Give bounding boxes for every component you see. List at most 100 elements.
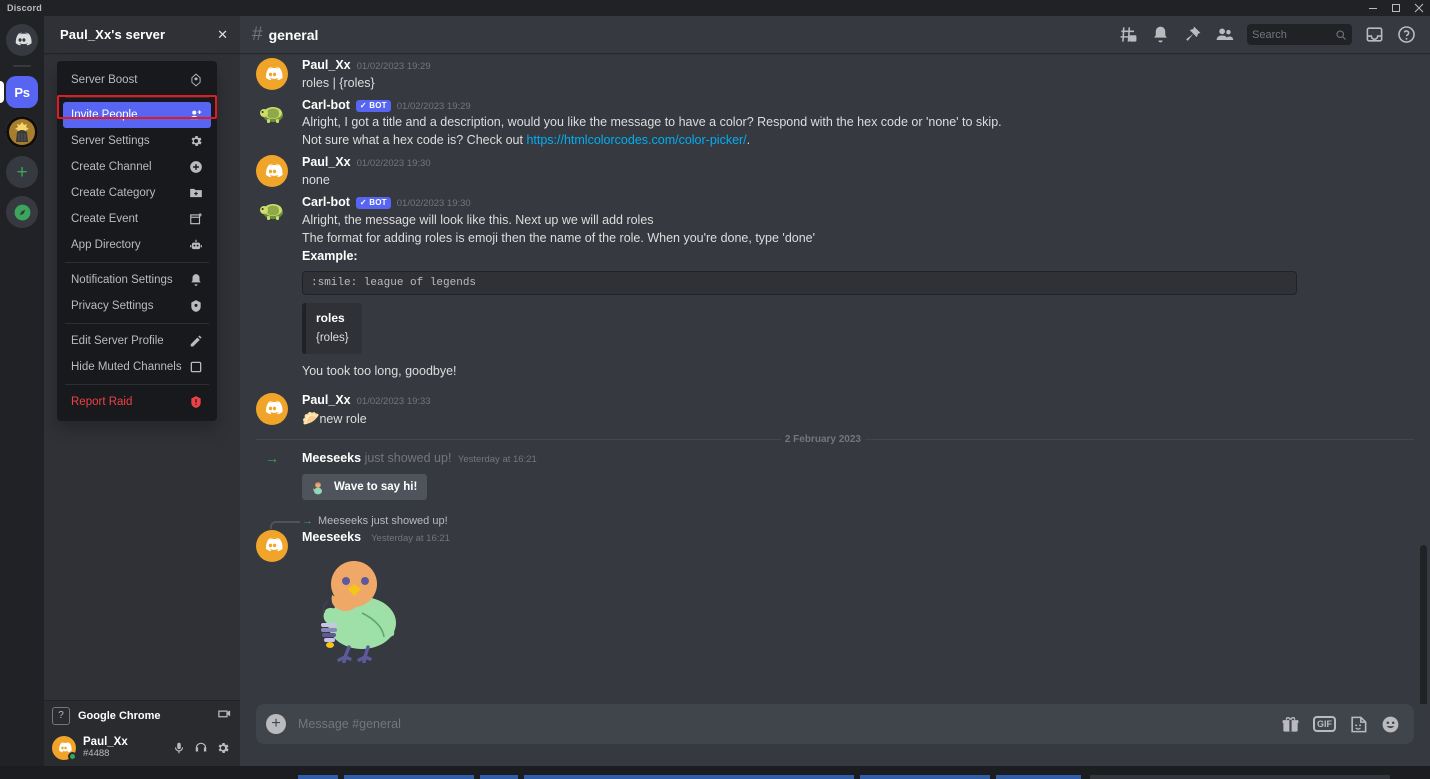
message: Paul_Xx 01/02/2023 19:29 roles | {roles} [240, 53, 1430, 93]
menu-item-hide-muted-channels[interactable]: Hide Muted Channels [63, 354, 211, 380]
taskbar-item[interactable] [480, 775, 518, 779]
discord-window: Discord Ps + Paul_Xx's server ✕ ? Google… [0, 0, 1430, 779]
inbox-icon[interactable] [1365, 25, 1384, 44]
menu-item-create-event[interactable]: Create Event [63, 206, 211, 232]
message-text: Alright, the message will look like this… [302, 212, 654, 227]
pin-icon[interactable] [1183, 25, 1202, 44]
user-info: Paul_Xx #4488 [83, 736, 163, 760]
search-input[interactable]: Search [1247, 24, 1352, 45]
message-list[interactable]: Paul_Xx 01/02/2023 19:29 roles | {roles} [240, 53, 1430, 704]
now-playing-panel: ? Google Chrome [44, 700, 240, 730]
taskbar-item[interactable] [524, 775, 854, 779]
menu-item-edit-server-profile[interactable]: Edit Server Profile [63, 328, 211, 354]
message-author[interactable]: Carl-bot [302, 195, 350, 211]
help-icon[interactable] [1397, 25, 1416, 44]
menu-item-label: Report Raid [71, 396, 133, 408]
avatar[interactable] [256, 155, 288, 188]
close-icon[interactable]: ✕ [217, 28, 228, 41]
rail-divider [13, 65, 31, 67]
members-icon[interactable] [1215, 25, 1234, 44]
rail-item-server-dark[interactable] [0, 116, 44, 148]
avatar[interactable] [256, 392, 288, 425]
pencil-icon [188, 334, 203, 349]
embed-title: roles [316, 310, 345, 325]
rail-item-explore[interactable] [0, 196, 44, 228]
bird-sticker[interactable] [302, 551, 1418, 668]
taskbar-item[interactable] [1090, 775, 1390, 779]
message-timestamp: 01/02/2023 19:29 [396, 100, 471, 112]
message-scrollbar[interactable] [1420, 545, 1427, 704]
avatar[interactable] [256, 58, 288, 90]
plus-icon[interactable]: + [266, 714, 286, 734]
os-taskbar [0, 766, 1430, 779]
message-input-box[interactable]: + Message #general GIF [256, 704, 1414, 744]
title-bar: Discord [0, 0, 1430, 16]
wave-button-label: Wave to say hi! [334, 480, 418, 493]
join-text: Meeseeks just showed up! Yesterday at 16… [302, 450, 537, 466]
sticker-icon[interactable] [1349, 715, 1368, 734]
taskbar-item[interactable] [860, 775, 990, 779]
user-controls [170, 739, 232, 757]
reply-reference[interactable]: → Meeseeks just showed up! [256, 513, 1430, 529]
message-input-placeholder[interactable]: Message #general [298, 717, 1269, 731]
close-icon[interactable] [1407, 0, 1430, 16]
menu-item-label: Create Category [71, 187, 156, 199]
avatar[interactable] [256, 97, 288, 130]
menu-item-server-boost[interactable]: Server Boost [63, 67, 211, 93]
app-title: Discord [7, 3, 42, 13]
server-header[interactable]: Paul_Xx's server ✕ [44, 16, 240, 53]
menu-item-server-settings[interactable]: Server Settings [63, 128, 211, 154]
avatar[interactable] [256, 194, 288, 227]
checkbox-icon[interactable] [188, 360, 203, 375]
message-text: none [302, 172, 330, 187]
menu-item-invite-people[interactable]: Invite People [63, 102, 211, 128]
menu-item-create-channel[interactable]: Create Channel [63, 154, 211, 180]
window-controls [1361, 0, 1430, 16]
plus-icon[interactable]: + [6, 156, 38, 188]
rail-item-home[interactable] [0, 24, 44, 56]
taskbar-item[interactable] [298, 775, 338, 779]
message-composer: + Message #general GIF [240, 704, 1430, 766]
message-author[interactable]: Paul_Xx [302, 155, 351, 171]
message-author[interactable]: Paul_Xx [302, 58, 351, 74]
menu-item-app-directory[interactable]: App Directory [63, 232, 211, 258]
maximize-icon[interactable] [1384, 0, 1407, 16]
header-actions: Search [1119, 24, 1420, 45]
gear-icon[interactable] [214, 739, 232, 757]
status-badge [68, 752, 77, 761]
server-rail: Ps + [0, 16, 44, 766]
minimize-icon[interactable] [1361, 0, 1384, 16]
menu-item-create-category[interactable]: Create Category [63, 180, 211, 206]
threads-icon[interactable] [1119, 25, 1138, 44]
emoji-icon[interactable] [1381, 715, 1400, 734]
text-prefix: Not sure what a hex code is? Check out [302, 133, 527, 148]
gif-icon[interactable]: GIF [1313, 716, 1336, 732]
compass-icon[interactable] [6, 196, 38, 228]
menu-item-privacy-settings[interactable]: Privacy Settings [63, 293, 211, 319]
rail-item-server-ps[interactable]: Ps [0, 76, 44, 108]
wave-to-say-hi-button[interactable]: Wave to say hi! [302, 473, 428, 500]
rail-item-add-server[interactable]: + [0, 156, 44, 188]
bell-icon[interactable] [1151, 25, 1170, 44]
menu-item-report-raid[interactable]: Report Raid [63, 389, 211, 415]
taskbar-item[interactable] [996, 775, 1081, 779]
boost-icon [188, 73, 203, 88]
avatar[interactable] [256, 529, 288, 562]
message-author[interactable]: Meeseeks [302, 530, 361, 546]
message-author[interactable]: Carl-bot [302, 98, 350, 114]
menu-item-notification-settings[interactable]: Notification Settings [63, 267, 211, 293]
server-avatar[interactable]: Ps [6, 76, 38, 108]
join-username[interactable]: Meeseeks [302, 451, 361, 465]
discord-logo-icon[interactable] [6, 24, 38, 56]
gift-icon[interactable] [1281, 715, 1300, 734]
headphones-icon[interactable] [192, 739, 210, 757]
avatar[interactable] [52, 736, 77, 761]
composer-actions: GIF [1281, 715, 1400, 734]
date-label: 2 February 2023 [780, 434, 865, 446]
message-author[interactable]: Paul_Xx [302, 393, 351, 409]
screen-share-icon[interactable] [217, 708, 232, 723]
taskbar-item[interactable] [344, 775, 474, 779]
server-avatar[interactable] [6, 116, 38, 148]
color-picker-link[interactable]: https://htmlcolorcodes.com/color-picker/ [526, 133, 746, 147]
microphone-icon[interactable] [170, 739, 188, 757]
